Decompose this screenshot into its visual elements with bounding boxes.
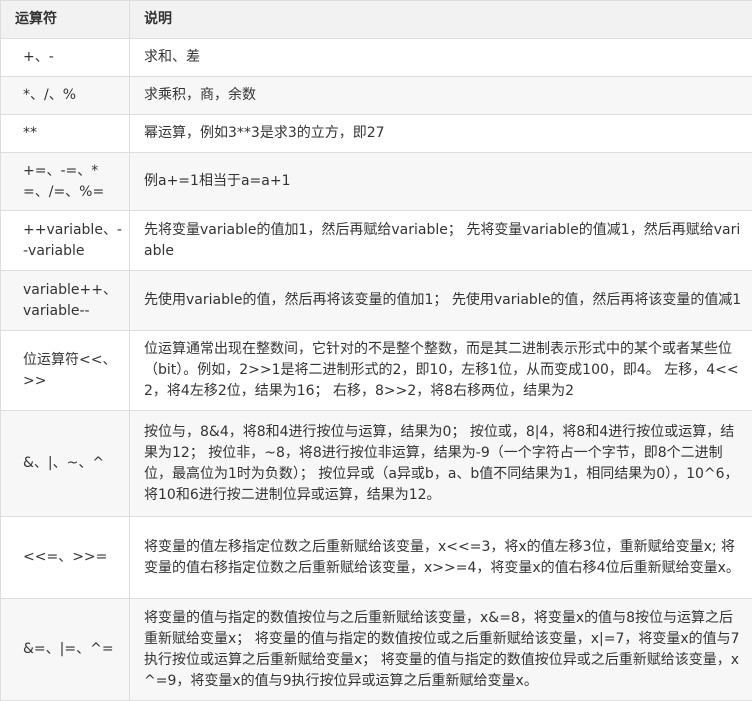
table-row: ++variable、--variable 先将变量variable的值加1，然…: [1, 211, 752, 271]
table-row: variable++、variable-- 先使用variable的值，然后再将…: [1, 271, 752, 331]
table-row: &=、|=、^= 将变量的值与指定的数值按位与之后重新赋给该变量，x&=8，将变…: [1, 599, 752, 701]
operators-table: 运算符 说明 +、- 求和、差 *、/、% 求乘积，商，余数 ** 幂运算，例如…: [0, 0, 752, 701]
operator-cell: ++variable、--variable: [1, 211, 130, 271]
header-description: 说明: [130, 1, 752, 39]
operator-cell: +=、-=、*=、/=、%=: [1, 153, 130, 211]
operator-cell: *、/、%: [1, 77, 130, 115]
operator-cell: &、|、~、^: [1, 411, 130, 517]
operator-cell: 位运算符<<、>>: [1, 331, 130, 411]
table-row: 位运算符<<、>> 位运算通常出现在整数间，它针对的不是整个整数，而是其二进制表…: [1, 331, 752, 411]
operator-cell: **: [1, 115, 130, 153]
table-row: +、- 求和、差: [1, 39, 752, 77]
description-cell: 例a+=1相当于a=a+1: [130, 153, 752, 211]
operator-cell: +、-: [1, 39, 130, 77]
description-cell: 将变量的值左移指定位数之后重新赋给该变量，x<<=3，将x的值左移3位，重新赋给…: [130, 517, 752, 599]
table-row: *、/、% 求乘积，商，余数: [1, 77, 752, 115]
table-row: &、|、~、^ 按位与，8&4，将8和4进行按位与运算，结果为0； 按位或，8|…: [1, 411, 752, 517]
header-operator: 运算符: [1, 1, 130, 39]
description-cell: 先将变量variable的值加1，然后再赋给variable； 先将变量vari…: [130, 211, 752, 271]
description-cell: 将变量的值与指定的数值按位与之后重新赋给该变量，x&=8，将变量x的值与8按位与…: [130, 599, 752, 701]
description-cell: 求和、差: [130, 39, 752, 77]
table-header-row: 运算符 说明: [1, 1, 752, 39]
table-row: ** 幂运算，例如3**3是求3的立方，即27: [1, 115, 752, 153]
operator-cell: <<=、>>=: [1, 517, 130, 599]
operator-cell: &=、|=、^=: [1, 599, 130, 701]
operator-cell: variable++、variable--: [1, 271, 130, 331]
description-cell: 按位与，8&4，将8和4进行按位与运算，结果为0； 按位或，8|4，将8和4进行…: [130, 411, 752, 517]
table-row: +=、-=、*=、/=、%= 例a+=1相当于a=a+1: [1, 153, 752, 211]
description-cell: 求乘积，商，余数: [130, 77, 752, 115]
description-cell: 先使用variable的值，然后再将该变量的值加1； 先使用variable的值…: [130, 271, 752, 331]
description-cell: 位运算通常出现在整数间，它针对的不是整个整数，而是其二进制表示形式中的某个或者某…: [130, 331, 752, 411]
description-cell: 幂运算，例如3**3是求3的立方，即27: [130, 115, 752, 153]
table-row: <<=、>>= 将变量的值左移指定位数之后重新赋给该变量，x<<=3，将x的值左…: [1, 517, 752, 599]
